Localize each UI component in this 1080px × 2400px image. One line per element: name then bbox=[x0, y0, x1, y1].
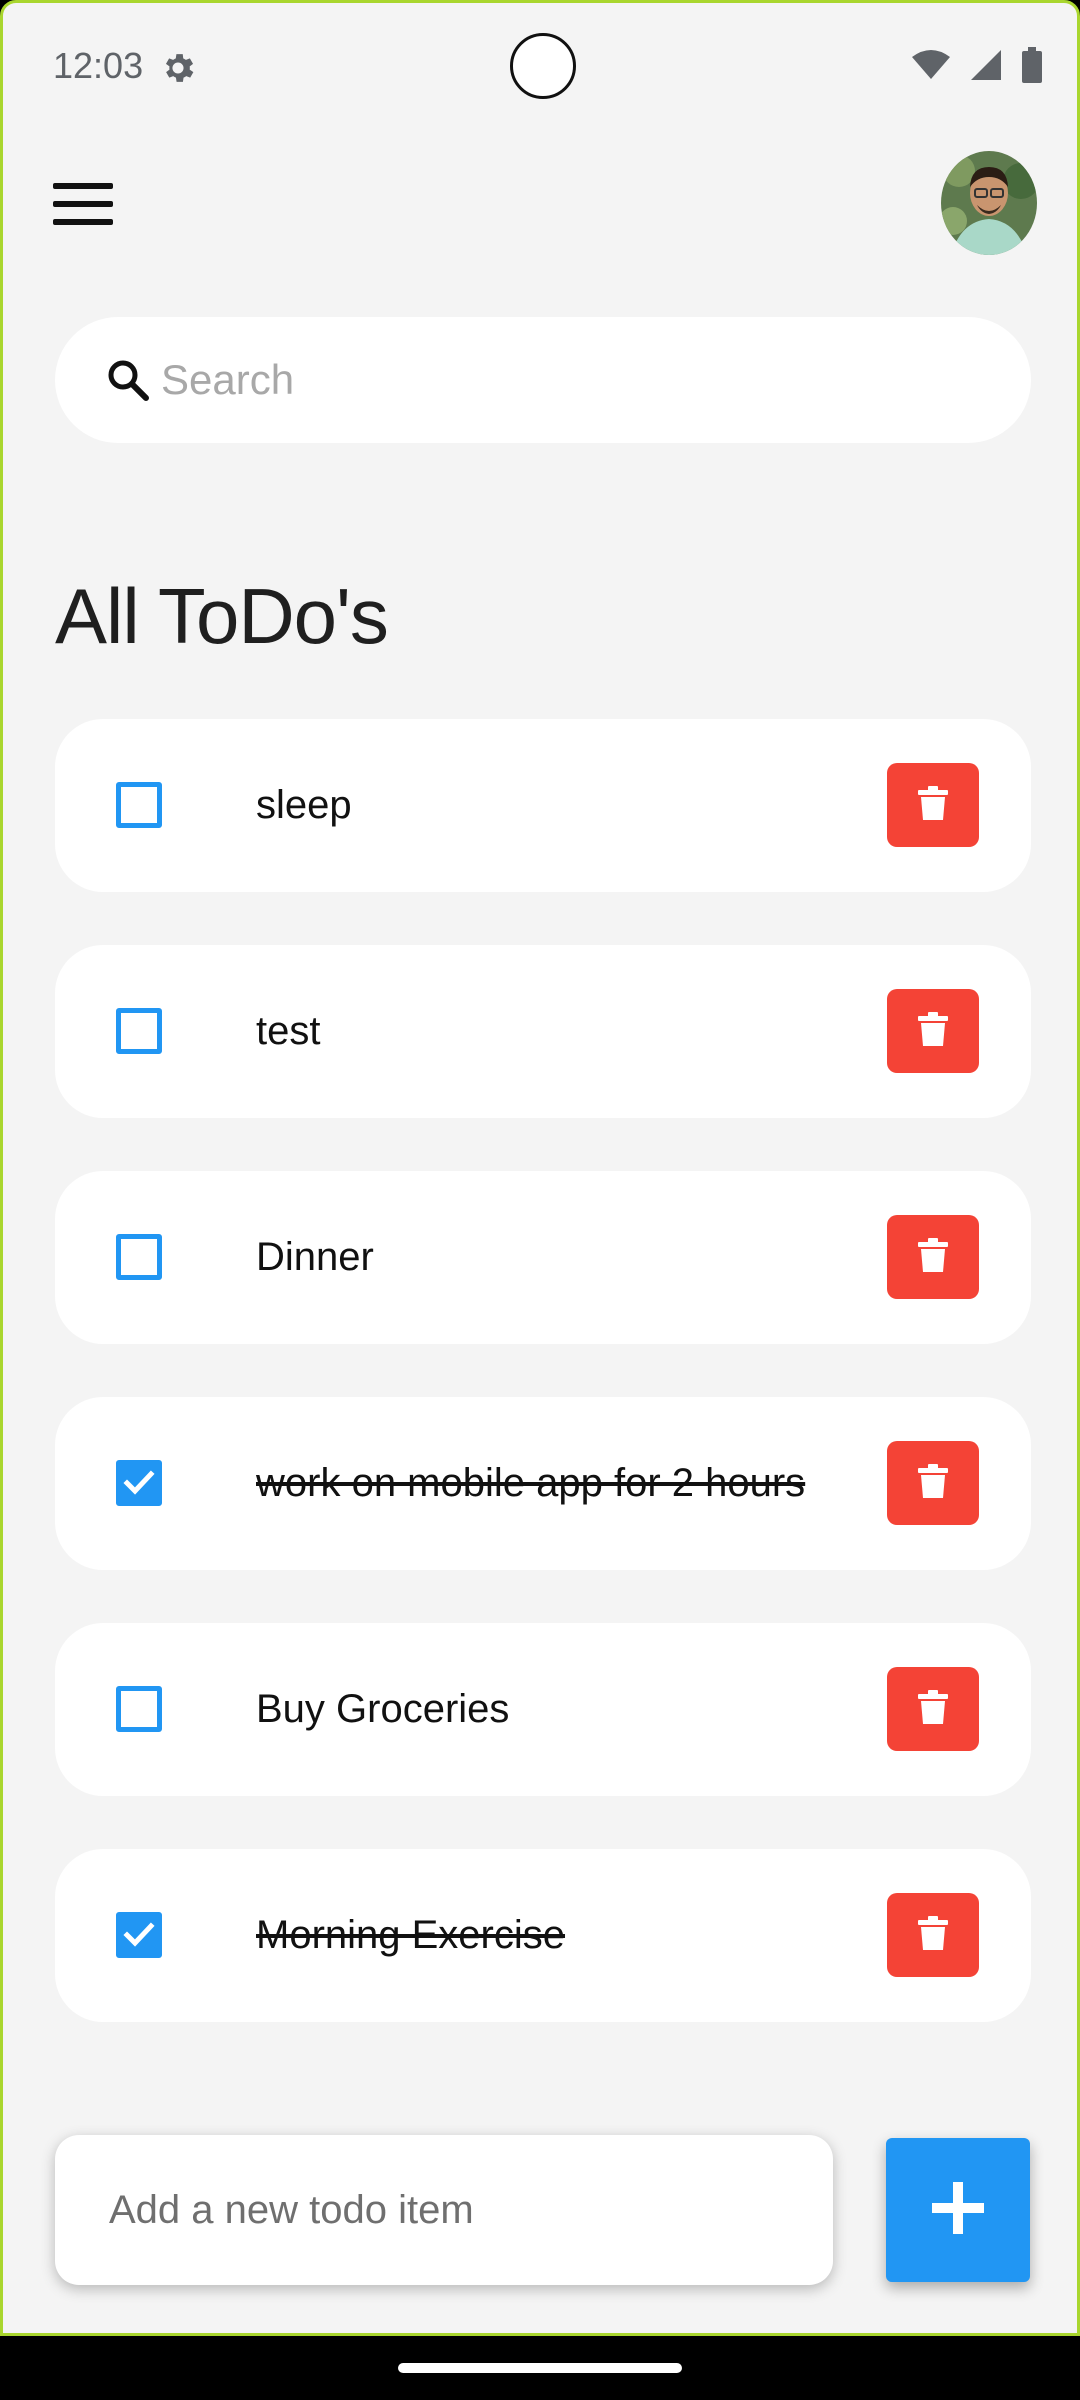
status-bar: 12:03 bbox=[3, 3, 1077, 133]
todo-item: Buy Groceries bbox=[55, 1623, 1031, 1796]
delete-button[interactable] bbox=[887, 1215, 979, 1299]
front-camera bbox=[510, 33, 576, 99]
todo-text: Morning Exercise bbox=[256, 1913, 566, 1957]
delete-button[interactable] bbox=[887, 1667, 979, 1751]
todo-item: Morning Exercise bbox=[55, 1849, 1031, 2022]
todo-checkbox[interactable] bbox=[116, 782, 162, 828]
home-indicator[interactable] bbox=[398, 2363, 682, 2373]
app-screen: 12:03 Search All ToDo's sleep test Dinne… bbox=[0, 0, 1080, 2336]
todo-item: sleep bbox=[55, 719, 1031, 892]
search-icon bbox=[105, 357, 151, 403]
todo-checkbox[interactable] bbox=[116, 1460, 162, 1506]
settings-gear-icon bbox=[159, 49, 197, 87]
trash-icon bbox=[918, 1237, 948, 1277]
signal-icon bbox=[969, 48, 1003, 87]
todo-checkbox[interactable] bbox=[116, 1912, 162, 1958]
delete-button[interactable] bbox=[887, 763, 979, 847]
plus-icon bbox=[930, 2180, 986, 2241]
todo-text: sleep bbox=[256, 783, 352, 827]
page-title: All ToDo's bbox=[55, 572, 389, 660]
todo-checkbox[interactable] bbox=[116, 1234, 162, 1280]
status-icons bbox=[911, 47, 1043, 88]
delete-button[interactable] bbox=[887, 1893, 979, 1977]
trash-icon bbox=[918, 1689, 948, 1729]
avatar[interactable] bbox=[941, 151, 1037, 255]
trash-icon bbox=[918, 785, 948, 825]
todo-checkbox[interactable] bbox=[116, 1008, 162, 1054]
search-input[interactable] bbox=[161, 317, 1001, 443]
todo-text: test bbox=[256, 1009, 321, 1053]
delete-button[interactable] bbox=[887, 989, 979, 1073]
todo-text: Dinner bbox=[256, 1235, 374, 1279]
todo-text: Buy Groceries bbox=[256, 1687, 510, 1731]
delete-button[interactable] bbox=[887, 1441, 979, 1525]
trash-icon bbox=[918, 1915, 948, 1955]
add-todo-field[interactable] bbox=[55, 2135, 833, 2285]
todo-list: sleep test Dinner work on mobile app for… bbox=[55, 719, 1031, 2075]
add-todo-input[interactable] bbox=[109, 2135, 809, 2285]
todo-item: Dinner bbox=[55, 1171, 1031, 1344]
wifi-icon bbox=[911, 49, 951, 86]
hamburger-menu-icon[interactable] bbox=[53, 181, 115, 227]
todo-item: work on mobile app for 2 hours bbox=[55, 1397, 1031, 1570]
trash-icon bbox=[918, 1011, 948, 1051]
todo-item: test bbox=[55, 945, 1031, 1118]
status-time: 12:03 bbox=[53, 45, 144, 86]
add-todo-button[interactable] bbox=[886, 2138, 1030, 2282]
trash-icon bbox=[918, 1463, 948, 1503]
todo-checkbox[interactable] bbox=[116, 1686, 162, 1732]
search-bar[interactable] bbox=[55, 317, 1031, 443]
battery-icon bbox=[1021, 47, 1043, 88]
todo-text: work on mobile app for 2 hours bbox=[256, 1461, 806, 1505]
